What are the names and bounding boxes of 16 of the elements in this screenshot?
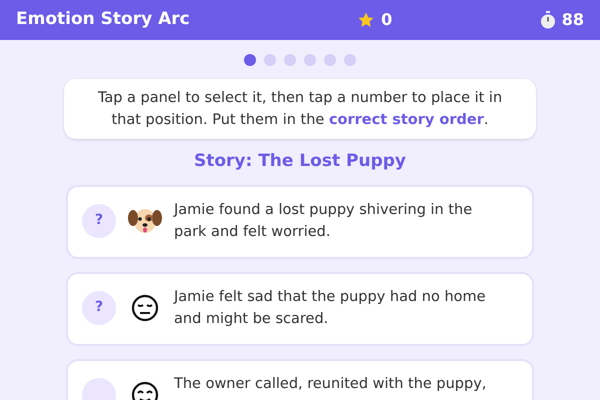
app-title: Emotion Story Arc — [16, 8, 190, 32]
sad-face-icon — [131, 294, 159, 322]
story-panel[interactable]: The owner called, reunited with the puppy, — [66, 358, 534, 400]
position-badge[interactable]: ? — [82, 290, 116, 324]
star-icon — [357, 11, 376, 29]
story-panel[interactable]: ? Jamie felt sad that the puppy had no home and might be scared. — [66, 272, 534, 346]
panel-text: Jamie felt sad that the puppy had no home and might be scared. — [174, 288, 487, 328]
stopwatch-icon — [540, 11, 556, 29]
position-badge[interactable]: ? — [82, 204, 116, 238]
panel-text: Jamie found a lost puppy shivering in the park and felt worried. — [174, 200, 474, 242]
story-panel[interactable]: ? Jamie found a lost puppy shivering in the park and felt worried. — [66, 184, 534, 258]
panel-text: The owner called, reunited with the puppy, — [174, 374, 488, 394]
story-title: Story: The Lost Puppy — [194, 150, 406, 173]
instructions: Tap a panel to select it, then tap a number to place it in that position. Put them in the correct story order. — [96, 89, 504, 130]
timer: 88 — [562, 9, 584, 31]
score: 0 — [381, 9, 392, 31]
